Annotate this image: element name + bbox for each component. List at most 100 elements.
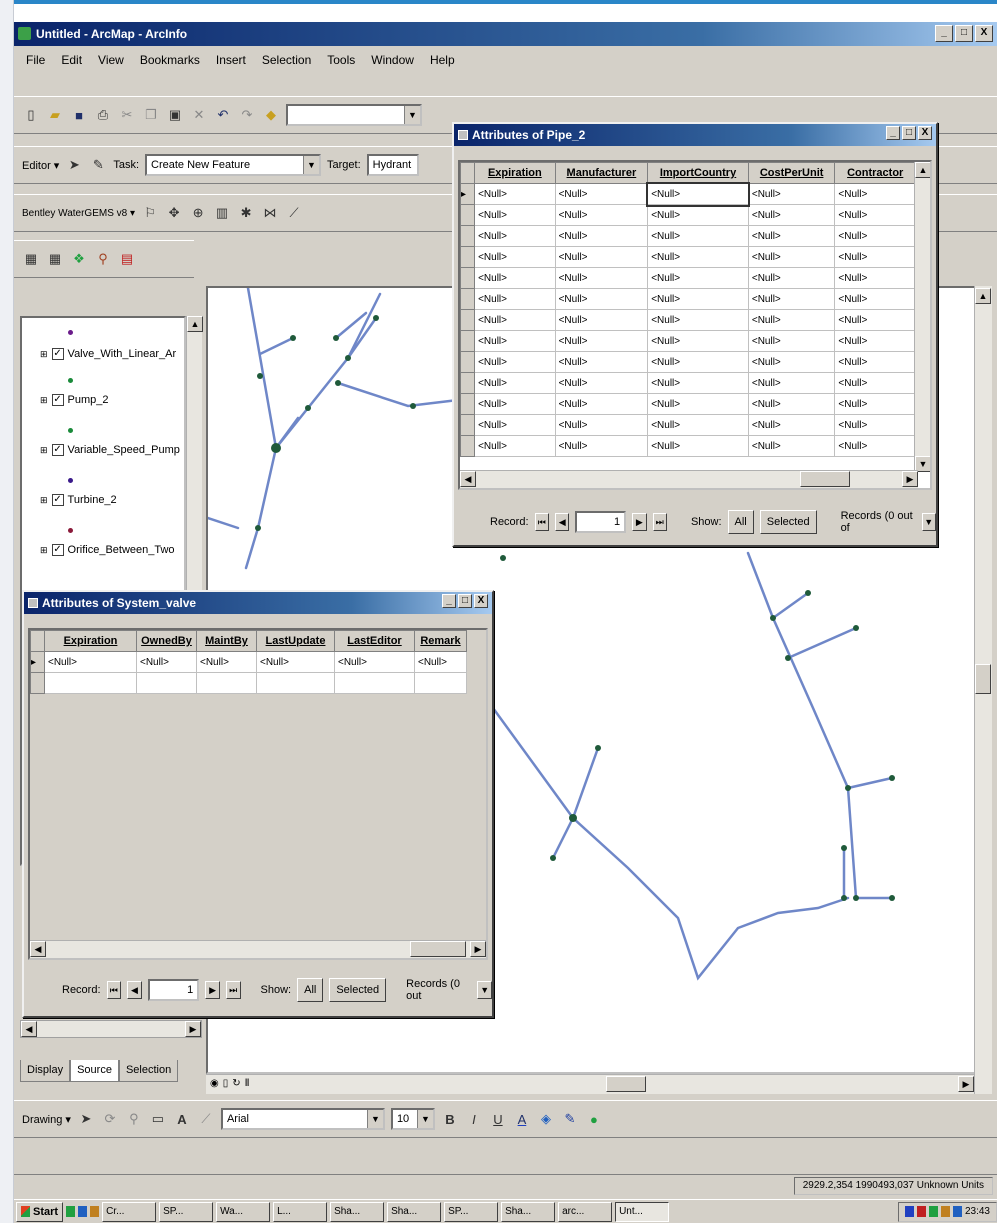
sketch-tool-icon[interactable]: ✎ [89,156,107,174]
maximize-button[interactable]: □ [902,126,916,140]
column-header[interactable]: ImportCountry [647,162,749,184]
column-header[interactable]: Expiration [474,162,556,184]
pause-icon[interactable]: Ⅱ [245,1074,250,1094]
row-selector[interactable] [460,225,476,247]
table-cell[interactable]: <Null> [747,393,836,415]
pipe-attribute-table[interactable]: Expiration Manufacturer ImportCountry CostP… [458,160,932,490]
bold-button[interactable]: B [441,1110,459,1128]
table-cell[interactable]: <Null> [647,414,749,436]
new-document-icon[interactable]: ▯ [22,106,40,124]
junction-node[interactable] [500,555,506,561]
scroll-right-icon[interactable]: ▶ [470,941,486,957]
layer-checkbox[interactable]: ✓ [51,348,64,360]
prev-record-icon[interactable]: ◀ [554,513,570,531]
table-horizontal-scrollbar[interactable]: ◀ ▶ [30,940,486,958]
undo-icon[interactable]: ↶ [214,106,232,124]
pipe-window-titlebar[interactable]: Attributes of Pipe_2 _ □ X [454,124,936,146]
tab-source[interactable]: Source [70,1060,119,1082]
junction-node[interactable] [333,335,339,341]
column-header[interactable]: CostPerUnit [747,162,836,184]
delete-icon[interactable]: ✕ [190,106,208,124]
row-selector[interactable] [460,372,476,394]
menu-edit[interactable]: Edit [59,48,84,72]
row-selector[interactable] [460,204,476,226]
scroll-right-icon[interactable]: ▶ [902,471,918,487]
junction-node[interactable] [345,355,351,361]
minimize-button[interactable]: _ [886,126,900,140]
table-cell[interactable]: <Null> [474,204,556,226]
table-cell[interactable]: <Null> [474,393,556,415]
table-row[interactable]: <Null> <Null> <Null> <Null> <Null> [460,435,916,457]
close-button[interactable]: X [918,126,932,140]
table-cell[interactable] [414,672,467,694]
table-cell[interactable]: <Null> [554,309,649,331]
pipe-icon[interactable]: ⟋ [285,204,303,222]
fill-color-icon[interactable]: ◈ [537,1110,555,1128]
table-cell[interactable]: <Null> [474,225,556,247]
map-vertical-scrollbar[interactable]: ▲ [974,286,992,1094]
record-number-input[interactable]: 1 [147,979,200,1001]
junction-node[interactable] [335,380,341,386]
taskbar-item[interactable]: Sha... [387,1201,442,1222]
taskbar-item[interactable]: SP... [159,1201,214,1222]
taskbar-item[interactable]: arc... [558,1201,613,1222]
table-icon[interactable]: ▦ [22,250,40,268]
table-row[interactable]: <Null> <Null> <Null> <Null> <Null> [460,330,916,352]
table-cell[interactable]: <Null> [747,183,836,205]
rectangle-icon[interactable]: ▭ [149,1110,167,1128]
select-elements-icon[interactable]: ➤ [77,1110,95,1128]
junction-node[interactable] [889,775,895,781]
table-cell[interactable]: <Null> [554,204,649,226]
query-icon[interactable]: ⚲ [94,250,112,268]
layer-item[interactable]: ⊞ ✓ Valve_With_Linear_Ar [40,348,176,360]
row-selector[interactable]: ▸ [30,651,45,673]
maximize-button[interactable]: □ [458,594,472,608]
table-cell[interactable]: <Null> [645,181,751,207]
empty-row[interactable] [30,672,467,694]
scroll-thumb[interactable] [975,664,991,694]
bentley-menu[interactable]: Bentley WaterGEMS v8 ▾ [22,208,135,219]
row-selector[interactable]: ▸ [460,183,476,205]
chevron-down-icon[interactable]: ▼ [303,156,320,174]
scroll-up-icon[interactable]: ▲ [975,288,991,304]
table-cell[interactable]: <Null> [136,651,197,673]
font-color-icon[interactable]: A [513,1110,531,1128]
table-cell[interactable] [196,672,257,694]
taskbar-item-active[interactable]: Unt... [615,1201,670,1222]
table-row[interactable]: ▸ <Null> <Null> <Null> <Null> <Null> [460,181,916,207]
font-size-combo[interactable]: 10 ▼ [390,1108,435,1130]
taskbar-item[interactable]: Wa... [216,1201,271,1222]
table-cell[interactable]: <Null> [834,414,916,436]
tray-icon[interactable] [940,1206,950,1217]
table-cell[interactable]: <Null> [834,330,916,352]
save-icon[interactable]: ■ [70,106,88,124]
table-cell[interactable]: <Null> [647,288,749,310]
table-cell[interactable]: <Null> [747,351,836,373]
table-cell[interactable]: <Null> [554,225,649,247]
table-cell[interactable]: <Null> [834,225,916,247]
layer-item[interactable]: ⊞ ✓ Pump_2 [40,394,109,406]
table-cell[interactable]: <Null> [554,351,649,373]
options-dropdown-icon[interactable]: ▼ [921,513,936,531]
close-button[interactable]: X [474,594,488,608]
table-cell[interactable]: <Null> [256,651,335,673]
row-selector[interactable] [460,246,476,268]
table-cell[interactable] [334,672,415,694]
taskbar-item[interactable]: SP... [444,1201,499,1222]
chevron-down-icon[interactable]: ▼ [404,106,420,124]
tab-display[interactable]: Display [20,1060,71,1082]
tray-icon[interactable] [928,1206,938,1217]
print-icon[interactable]: ⎙ [94,106,112,124]
column-header[interactable]: Contractor [834,162,916,184]
scroll-right-icon[interactable]: ▶ [185,1021,201,1037]
table-cell[interactable]: <Null> [747,225,836,247]
table-cell[interactable]: <Null> [647,393,749,415]
options-dropdown-icon[interactable]: ▼ [477,981,493,999]
table-horizontal-scrollbar[interactable]: ◀ ▶ [460,470,918,488]
marker-color-icon[interactable]: ● [585,1110,603,1128]
table-cell[interactable]: <Null> [196,651,257,673]
prev-record-icon[interactable]: ◀ [127,981,142,999]
text-icon[interactable]: A [173,1110,191,1128]
scroll-up-icon[interactable]: ▲ [187,316,203,332]
cut-icon[interactable]: ✂ [118,106,136,124]
